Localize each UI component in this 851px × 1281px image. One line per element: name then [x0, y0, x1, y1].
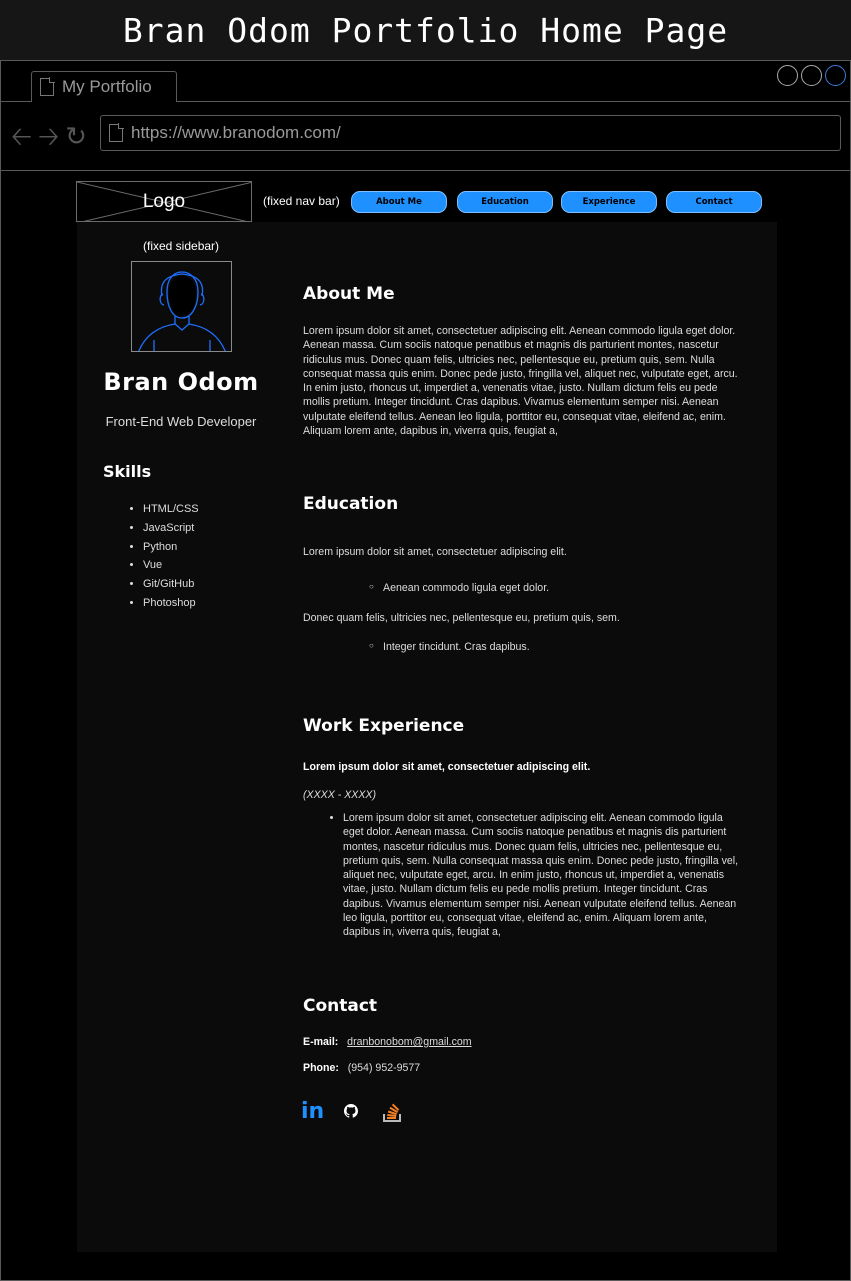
email-link[interactable]: dranbonobom@gmail.com [347, 1036, 471, 1048]
page-icon [109, 123, 124, 142]
reload-icon[interactable]: ↻ [65, 124, 87, 150]
list-item: JavaScript [143, 519, 199, 538]
logo-placeholder[interactable]: Logo [76, 181, 252, 222]
skills-list: HTML/CSS JavaScript Python Vue Git/GitHu… [143, 500, 199, 613]
nav-contact-button[interactable]: Contact [666, 191, 762, 213]
email-row: E-mail: dranbonobom@gmail.com [303, 1036, 472, 1048]
contact-heading: Contact [303, 996, 378, 1016]
skills-heading: Skills [103, 462, 152, 481]
list-item: Python [143, 538, 199, 557]
tab-bar: My Portfolio [1, 61, 850, 102]
nav-education-button[interactable]: Education [457, 191, 553, 213]
browser-window: My Portfolio 🡠 🡢 ↻ https://www.branodom.… [0, 60, 851, 1281]
job-description-list: Lorem ipsum dolor sit amet, consectetuer… [343, 811, 743, 940]
list-item: Git/GitHub [143, 575, 199, 594]
job-dates: (XXXX - XXXX) [303, 789, 376, 801]
browser-toolbar: 🡠 🡢 ↻ https://www.branodom.com/ [1, 103, 850, 171]
back-arrow-icon[interactable]: 🡠 [11, 124, 32, 150]
education-line-2: Donec quam felis, ultricies nec, pellent… [303, 612, 620, 624]
about-heading: About Me [303, 284, 395, 304]
url-text[interactable]: https://www.branodom.com/ [131, 123, 341, 143]
github-icon[interactable] [344, 1104, 358, 1118]
list-item: Photoshop [143, 594, 199, 613]
tab-title: My Portfolio [62, 77, 152, 96]
stackoverflow-icon[interactable] [381, 1101, 403, 1123]
banner: Bran Odom Portfolio Home Page [0, 0, 851, 60]
email-label: E-mail: [303, 1036, 339, 1048]
window-controls [777, 65, 846, 86]
logo-label: Logo [142, 190, 186, 212]
minimize-button[interactable] [777, 65, 798, 86]
close-button[interactable] [825, 65, 846, 86]
page-viewport: Logo (fixed nav bar) About Me Education … [1, 172, 850, 1280]
list-item: Lorem ipsum dolor sit amet, consectetuer… [343, 811, 743, 940]
nav-about-button[interactable]: About Me [351, 191, 447, 213]
about-text: Lorem ipsum dolor sit amet, consectetuer… [303, 325, 738, 438]
page-content: (fixed sidebar) Bran Odom Front-End Web … [77, 222, 777, 1252]
nav-note: (fixed nav bar) [263, 194, 340, 208]
browser-tab[interactable]: My Portfolio [31, 71, 177, 102]
page-icon [40, 77, 55, 96]
experience-heading: Work Experience [303, 716, 465, 736]
education-heading: Education [303, 494, 399, 514]
education-item-1: Aenean commodo ligula eget dolor. [369, 582, 549, 594]
education-line-1: Lorem ipsum dolor sit amet, consectetuer… [303, 546, 567, 558]
linkedin-icon[interactable]: in [301, 1101, 324, 1123]
user-avatar-icon [138, 271, 226, 351]
nav-controls: 🡠 🡢 ↻ [11, 124, 87, 150]
list-item: Vue [143, 556, 199, 575]
avatar [131, 261, 232, 352]
phone-number: (954) 952-9577 [347, 1062, 421, 1074]
address-bar[interactable]: https://www.branodom.com/ [100, 115, 841, 151]
list-item: HTML/CSS [143, 500, 199, 519]
forward-arrow-icon[interactable]: 🡢 [38, 124, 59, 150]
nav-experience-button[interactable]: Experience [561, 191, 657, 213]
profile-name: Bran Odom [103, 368, 259, 396]
phone-label: Phone: [303, 1062, 339, 1074]
sidebar-note: (fixed sidebar) [143, 239, 220, 253]
education-item-2: Integer tincidunt. Cras dapibus. [369, 641, 530, 653]
maximize-button[interactable] [801, 65, 822, 86]
profile-role: Front-End Web Developer [105, 414, 257, 429]
phone-row: Phone: (954) 952-9577 [303, 1062, 420, 1074]
banner-title: Bran Odom Portfolio Home Page [122, 10, 729, 50]
job-title: Lorem ipsum dolor sit amet, consectetuer… [303, 761, 591, 773]
